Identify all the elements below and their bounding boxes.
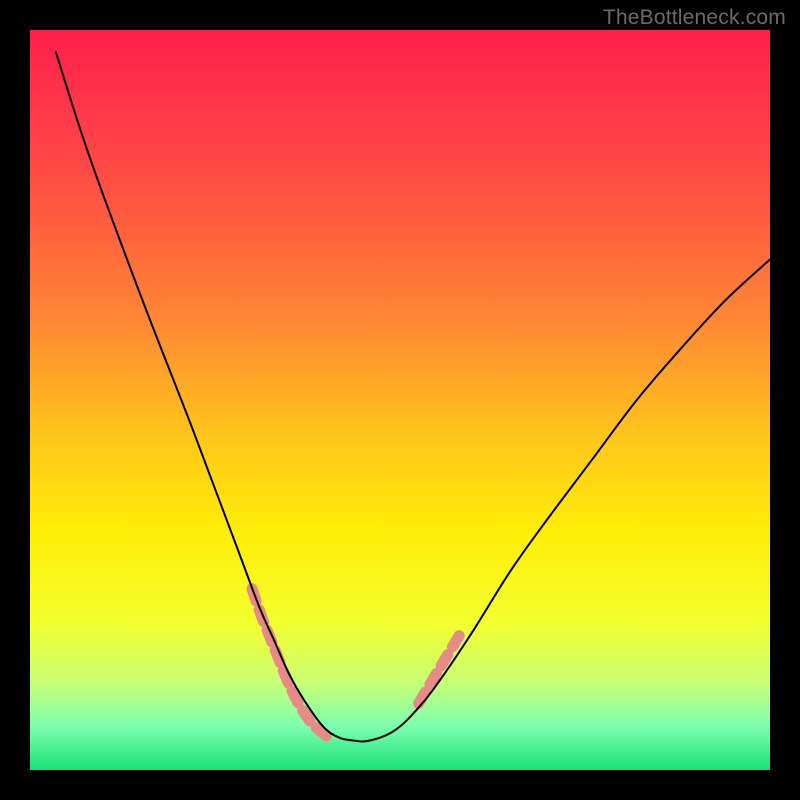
watermark-text: TheBottleneck.com — [603, 6, 786, 30]
plot-background — [30, 30, 770, 770]
bottleneck-chart — [0, 0, 800, 800]
chart-stage: TheBottleneck.com — [0, 0, 800, 800]
